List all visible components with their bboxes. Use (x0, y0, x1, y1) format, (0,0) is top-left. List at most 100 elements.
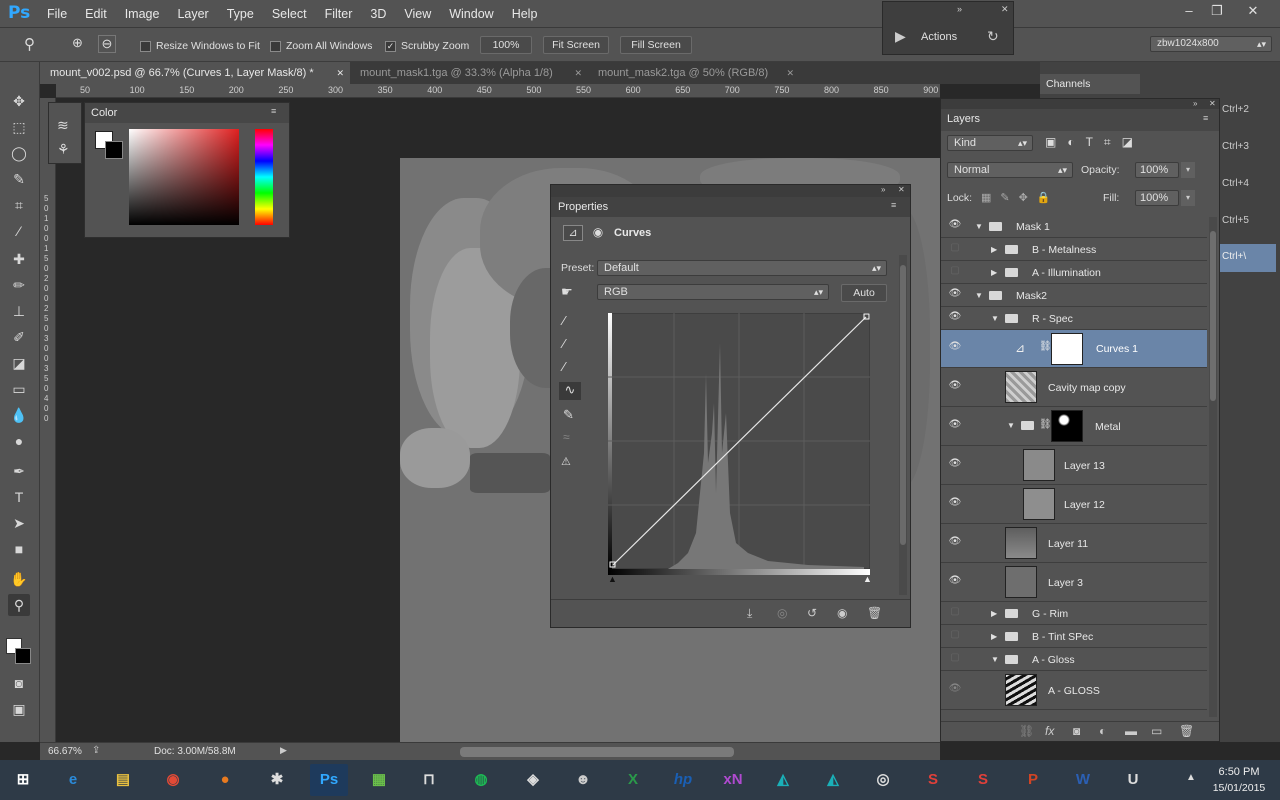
layer-a-gloss[interactable]: 👁 A - GLOSS (941, 671, 1207, 710)
tab-close-icon[interactable]: ✕ (786, 62, 794, 84)
blur-icon[interactable]: 💧 (8, 404, 30, 426)
eye-icon[interactable]: 👁 (947, 419, 963, 435)
explorer-icon[interactable]: ▤ (104, 764, 142, 796)
link-icon[interactable]: ⛓ (1039, 341, 1052, 352)
zoom-level[interactable]: 66.67% (48, 746, 82, 757)
workspace-select[interactable]: zbw1024x800 ▴▾ (1150, 36, 1272, 52)
quick-select-icon[interactable]: ✎ (8, 168, 30, 190)
panel-close-icon[interactable]: ✕ (1001, 4, 1009, 15)
curve-edit-points-icon[interactable]: ∿ (559, 382, 581, 400)
xnormal-icon[interactable]: xN (714, 764, 752, 796)
maya-lt-icon[interactable]: ◭ (764, 764, 802, 796)
menu-3d[interactable]: 3D (361, 7, 395, 21)
eye-off-icon[interactable]: ▢ (947, 265, 963, 281)
quick-mask-icon[interactable]: ◙ (8, 672, 30, 694)
menu-filter[interactable]: Filter (316, 7, 362, 21)
new-group-icon[interactable]: ▬ (1125, 724, 1137, 738)
smooth-curve-icon[interactable]: ≈ (563, 430, 570, 444)
word-icon[interactable]: W (1064, 764, 1102, 796)
eye-icon[interactable]: 👁 (947, 288, 963, 304)
clock-date[interactable]: 15/01/2015 (1204, 782, 1274, 794)
screen-mode-icon[interactable]: ▣ (8, 698, 30, 720)
play-icon[interactable]: ▶ (895, 28, 906, 45)
channels-tab[interactable]: Channels (1040, 74, 1140, 94)
channel-select[interactable]: RGB ▴▾ (597, 284, 829, 300)
actions-label[interactable]: Actions (921, 31, 957, 43)
move-tool-icon[interactable]: ✥ (8, 90, 30, 112)
photoshop-taskbar-icon[interactable]: Ps (310, 764, 348, 796)
eye-off-icon[interactable]: ▢ (947, 629, 963, 645)
status-menu-arrow-icon[interactable]: ▶ (280, 745, 287, 756)
fit-screen-button[interactable]: Fit Screen (543, 36, 609, 54)
expand-icon[interactable]: ▼ (991, 655, 999, 664)
powerpoint-icon[interactable]: P (1014, 764, 1052, 796)
zoom-all-checkbox[interactable]: Zoom All Windows (270, 38, 372, 54)
layer-13[interactable]: 👁 Layer 13 (941, 446, 1207, 485)
clip-to-layer-icon[interactable]: ⤓ (747, 606, 752, 621)
hand-tool-icon[interactable]: ✋ (8, 568, 30, 590)
zoom-out-icon[interactable]: ⊖ (98, 35, 116, 53)
history-brush-icon[interactable]: ✐ (8, 326, 30, 348)
new-layer-icon[interactable]: ▭ (1151, 724, 1162, 738)
collapse-arrow-icon[interactable]: ▶ (991, 245, 997, 254)
collapse-arrow-icon[interactable]: ▶ (991, 609, 997, 618)
zoom-in-icon[interactable]: ⊕ (72, 35, 83, 51)
menu-select[interactable]: Select (263, 7, 316, 21)
menu-edit[interactable]: Edit (76, 7, 116, 21)
menu-window[interactable]: Window (440, 7, 502, 21)
shape-tool-icon[interactable]: ■ (8, 538, 30, 560)
dodge-icon[interactable]: ● (8, 430, 30, 452)
menu-type[interactable]: Type (218, 7, 263, 21)
close-icon[interactable]: ✕ (1242, 3, 1264, 21)
eye-off-icon[interactable]: ▢ (947, 242, 963, 258)
expand-icon[interactable]: ▼ (1007, 421, 1015, 430)
layer-group-a-gloss[interactable]: ▢ ▼ A - Gloss (941, 648, 1207, 671)
layer-curves-1[interactable]: 👁 ⊿ ⛓ Curves 1 (941, 330, 1207, 368)
pen-tool-icon[interactable]: ✒ (8, 460, 30, 482)
color-panel-title[interactable]: Color (91, 107, 117, 119)
panel-menu-icon[interactable]: ≡ (891, 200, 896, 210)
collapse-icon[interactable]: » (957, 4, 962, 14)
fill-screen-button[interactable]: Fill Screen (620, 36, 692, 54)
healing-brush-icon[interactable]: ✚ (8, 248, 30, 270)
start-button-icon[interactable]: ⊞ (4, 764, 42, 796)
visibility-icon[interactable]: ◉ (837, 606, 847, 620)
tab-mount-v002[interactable]: mount_v002.psd @ 66.7% (Curves 1, Layer … (40, 62, 350, 84)
eye-off-icon[interactable]: ▢ (947, 652, 963, 668)
layer-group-mask2[interactable]: 👁 ▼ Mask2 (941, 284, 1207, 307)
white-point-eyedropper-icon[interactable]: ⁄ (563, 359, 565, 374)
layer-mask-thumbnail[interactable] (1051, 333, 1083, 365)
layer-group-r-spec[interactable]: 👁 ▼ R - Spec (941, 307, 1207, 330)
minimize-icon[interactable]: – (1178, 3, 1200, 21)
share-icon[interactable]: ⇪ (92, 745, 100, 756)
chrome-icon[interactable]: ◉ (154, 764, 192, 796)
eye-icon[interactable]: 👁 (947, 536, 963, 552)
app-icon[interactable]: ☻ (564, 764, 602, 796)
eye-icon[interactable]: 👁 (947, 219, 963, 235)
zoom-100-button[interactable]: 100% (480, 36, 532, 54)
gray-point-eyedropper-icon[interactable]: ⁄ (563, 336, 565, 351)
eye-off-icon[interactable]: ▢ (947, 606, 963, 622)
layer-group-mask1[interactable]: 👁 ▼ Mask 1 (941, 215, 1207, 238)
layer-cavity-map-copy[interactable]: 👁 Cavity map copy (941, 368, 1207, 407)
gradient-icon[interactable]: ▭ (8, 378, 30, 400)
eye-icon[interactable]: 👁 (947, 575, 963, 591)
layer-3[interactable]: 👁 Layer 3 (941, 563, 1207, 602)
fx-icon[interactable]: fx (1045, 724, 1054, 738)
pencil-draw-icon[interactable]: ✎ (563, 407, 574, 423)
layer-11[interactable]: 👁 Layer 11 (941, 524, 1207, 563)
eye-icon[interactable]: 👁 (947, 683, 963, 699)
lasso-tool-icon[interactable]: ◯ (8, 142, 30, 164)
app-icon[interactable]: ▦ (360, 764, 398, 796)
layer-group-b-tint-spec[interactable]: ▢ ▶ B - Tint SPec (941, 625, 1207, 648)
new-adjustment-icon[interactable]: ◐ (1099, 724, 1106, 738)
expand-icon[interactable]: ▼ (991, 314, 999, 323)
mask-icon[interactable]: ◉ (589, 225, 607, 241)
panel-menu-icon[interactable]: ≡ (1203, 113, 1208, 123)
brush-settings-icon[interactable]: ≋ (57, 117, 69, 134)
auto-button[interactable]: Auto (841, 284, 887, 302)
resize-windows-checkbox[interactable]: Resize Windows to Fit (140, 38, 260, 54)
horizontal-scrollbar[interactable] (460, 747, 734, 757)
eye-icon[interactable]: 👁 (947, 341, 963, 357)
link-icon[interactable]: ⛓ (1039, 419, 1052, 430)
